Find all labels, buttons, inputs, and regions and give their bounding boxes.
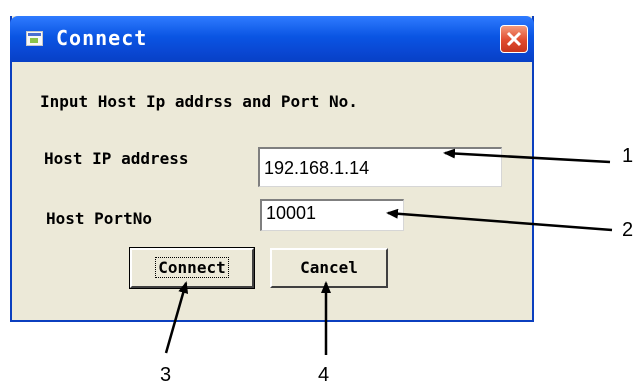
callout-arrow-2 — [386, 208, 613, 232]
callout-label-3: 3 — [160, 364, 172, 386]
callout-arrows — [164, 148, 613, 355]
callout-arrow-3 — [164, 281, 189, 354]
callout-label-4: 4 — [318, 364, 330, 386]
callout-label-2: 2 — [622, 219, 634, 241]
callout-label-1: 1 — [622, 145, 634, 167]
callout-arrow-1 — [443, 148, 611, 164]
